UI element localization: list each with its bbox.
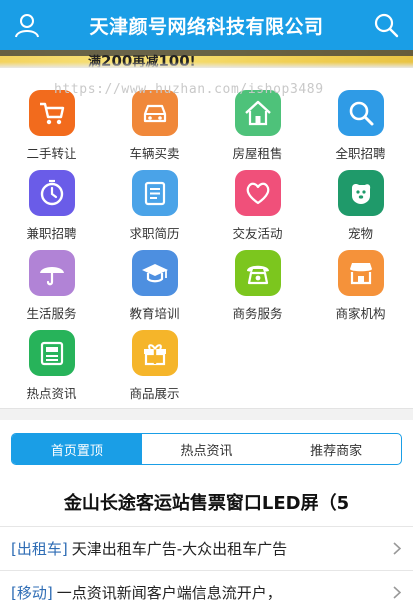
banner-fade: [0, 62, 413, 68]
category-label: 求职简历: [129, 226, 180, 241]
shop-icon: [337, 250, 384, 296]
category-label: 交友活动: [232, 226, 283, 241]
category-housing[interactable]: 房屋租售: [206, 86, 309, 166]
heart-icon: [234, 170, 281, 216]
category-business-services[interactable]: 商务服务: [206, 246, 309, 326]
user-icon[interactable]: [14, 12, 40, 38]
magnifier-icon: [337, 90, 384, 136]
category-label: 商家机构: [335, 306, 386, 321]
clock-icon: [28, 170, 75, 216]
newspaper-icon: [28, 330, 75, 376]
category-label: 教育培训: [129, 306, 180, 321]
category-label: 商品展示: [129, 386, 180, 401]
gift-icon: [131, 330, 178, 376]
chevron-right-icon: [393, 542, 401, 555]
news-title: 一点资讯新闻客户端信息流开户，: [56, 584, 282, 602]
list-item[interactable]: [出租车] 天津出租车广告-大众出租车广告: [0, 526, 413, 570]
content-tabs: 首页置顶 热点资讯 推荐商家: [11, 433, 402, 465]
category-merchants[interactable]: 商家机构: [309, 246, 412, 326]
news-tag: [出租车]: [11, 540, 68, 558]
list-item[interactable]: [移动] 一点资讯新闻客户端信息流开户，: [0, 570, 413, 610]
category-vehicles[interactable]: 车辆买卖: [103, 86, 206, 166]
phone-icon: [234, 250, 281, 296]
news-tag: [移动]: [11, 584, 53, 602]
page-title: 天津颜号网络科技有限公司: [89, 15, 324, 38]
category-life-services[interactable]: 生活服务: [0, 246, 103, 326]
category-products[interactable]: 商品展示: [103, 326, 206, 406]
category-label: 二手转让: [26, 146, 77, 161]
category-resumes[interactable]: 求职简历: [103, 166, 206, 246]
resume-icon: [131, 170, 178, 216]
promo-banner[interactable]: 满200再减100!: [0, 50, 413, 68]
dog-icon: [337, 170, 384, 216]
category-label: 生活服务: [26, 306, 77, 321]
chevron-right-icon: [393, 586, 401, 599]
tab-recommended-merchants[interactable]: 推荐商家: [271, 434, 401, 464]
category-label: 房屋租售: [232, 146, 283, 161]
category-parttime-jobs[interactable]: 兼职招聘: [0, 166, 103, 246]
category-label: 全职招聘: [335, 146, 386, 161]
category-label: 宠物: [347, 226, 373, 241]
category-education[interactable]: 教育培训: [103, 246, 206, 326]
graduation-cap-icon: [131, 250, 178, 296]
category-secondhand[interactable]: 二手转让: [0, 86, 103, 166]
category-grid: 二手转让 车辆买卖 房屋租售 全职招聘 兼职招聘 求职简历 交友活动 宠物 生活…: [0, 86, 413, 406]
category-social-events[interactable]: 交友活动: [206, 166, 309, 246]
news-list: [出租车] 天津出租车广告-大众出租车广告 [移动] 一点资讯新闻客户端信息流开…: [0, 526, 413, 610]
news-title: 天津出租车广告-大众出租车广告: [71, 540, 288, 558]
tab-hot-news[interactable]: 热点资讯: [142, 434, 272, 464]
section-divider: [0, 408, 413, 420]
search-icon[interactable]: [373, 12, 399, 38]
category-hot-news[interactable]: 热点资讯: [0, 326, 103, 406]
category-label: 商务服务: [232, 306, 283, 321]
top-header: 天津颜号网络科技有限公司: [0, 0, 413, 50]
banner-top-stripe: [0, 50, 413, 56]
category-pets[interactable]: 宠物: [309, 166, 412, 246]
featured-headline[interactable]: 金山长途客运站售票窗口LED屏（5: [0, 489, 413, 515]
category-label: 车辆买卖: [129, 146, 180, 161]
category-label: 热点资讯: [26, 386, 77, 401]
category-fulltime-jobs[interactable]: 全职招聘: [309, 86, 412, 166]
category-label: 兼职招聘: [26, 226, 77, 241]
tab-top-posts[interactable]: 首页置顶: [12, 434, 142, 464]
watermark-text: https://www.huzhan.com/ishop3489: [54, 82, 324, 97]
umbrella-icon: [28, 250, 75, 296]
